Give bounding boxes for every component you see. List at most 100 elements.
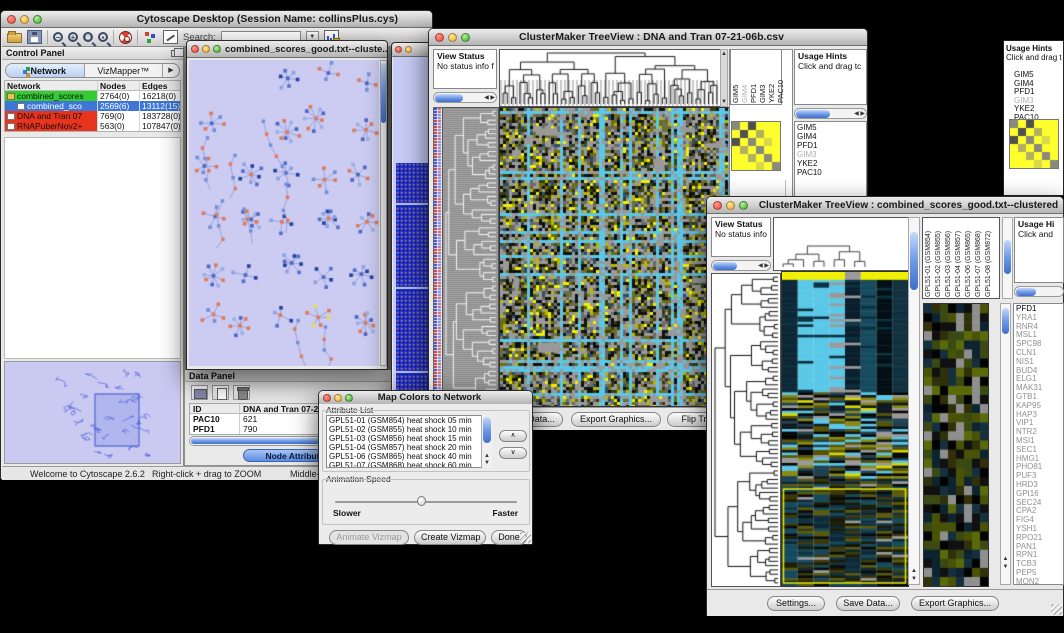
- gene-label: YKE2: [768, 51, 776, 103]
- animate-vizmap-button[interactable]: Animate Vizmap: [329, 530, 409, 545]
- animation-slider-track[interactable]: [335, 501, 517, 503]
- minimize-icon[interactable]: [202, 45, 210, 53]
- export-graphics-button[interactable]: Export Graphics...: [571, 412, 661, 427]
- dendrogram-scroll-sliver[interactable]: ▲▼: [720, 49, 728, 107]
- gene-label: GIM4: [797, 132, 864, 141]
- view-status-scrollbar[interactable]: ◀ ▶: [711, 260, 771, 271]
- row-dendrogram[interactable]: [442, 107, 499, 407]
- zoom-window-icon[interactable]: [33, 15, 42, 24]
- network-table-row[interactable]: combined_scores 2764(0) 16218(0): [5, 91, 180, 101]
- settings-button[interactable]: Settings...: [767, 596, 825, 611]
- zoom-out-icon[interactable]: −: [53, 32, 63, 42]
- matrix-column-labels: GIM5GIM4PFD1GIM3YKE2PAC10: [730, 49, 782, 105]
- network-vscrollbar[interactable]: [380, 60, 387, 366]
- network-canvas[interactable]: [189, 60, 379, 366]
- annotation-icon[interactable]: [163, 30, 178, 44]
- column-dendrogram[interactable]: [773, 217, 917, 271]
- close-icon[interactable]: [7, 15, 16, 24]
- zoom-in-icon[interactable]: +: [68, 32, 78, 42]
- float-panel-icon[interactable]: [171, 50, 179, 57]
- zoom-selected-icon[interactable]: ▪: [98, 32, 108, 42]
- help-icon[interactable]: [119, 31, 132, 44]
- move-down-button[interactable]: ∨: [499, 447, 527, 459]
- save-session-icon[interactable]: [27, 30, 42, 44]
- delete-attribute-icon[interactable]: [233, 385, 250, 400]
- network-table-row[interactable]: RNAPuberNov2+ 563(0) 107847(0): [5, 121, 180, 131]
- animation-slider-thumb[interactable]: [417, 496, 426, 506]
- correlation-matrix-heatmap[interactable]: [1009, 119, 1059, 169]
- usage-hints-scrollbar[interactable]: [1014, 286, 1064, 297]
- minimize-icon[interactable]: [20, 15, 29, 24]
- array-labels-scrollbar[interactable]: [1002, 217, 1013, 299]
- expression-heatmap[interactable]: [781, 271, 909, 587]
- view-status-heading: View Status: [437, 51, 493, 61]
- tab-network[interactable]: Network: [6, 64, 85, 77]
- zoom-window-icon[interactable]: [461, 33, 470, 42]
- main-window-title: Cytoscape Desktop (Session Name: collins…: [48, 13, 432, 25]
- expression-heatmap[interactable]: [499, 107, 730, 407]
- network-overview-canvas[interactable]: [5, 362, 180, 463]
- vizmapper-icon[interactable]: [143, 31, 158, 45]
- close-icon[interactable]: [323, 394, 331, 402]
- zoom-window-icon[interactable]: [739, 201, 748, 210]
- zoom-fit-icon[interactable]: □: [83, 32, 93, 42]
- attribute-list-scrollbar[interactable]: ▲▼: [481, 415, 492, 468]
- usage-hints-panel: Usage Hints Click and drag t: [1006, 44, 1062, 62]
- attribute-list-item[interactable]: GPL51-06 (GSM865) heat shock 40 min: [329, 452, 491, 461]
- attribute-list-item[interactable]: GPL51-07 (GSM868) heat shock 60 min: [329, 461, 491, 468]
- view-status-scrollbar[interactable]: ◀ ▶: [433, 92, 497, 103]
- resize-grip[interactable]: [520, 532, 531, 543]
- tab-overflow-arrow[interactable]: ▶: [163, 64, 179, 77]
- usage-hints-box: Usage Hi Click and: [1014, 217, 1064, 283]
- zoomed-heatmap[interactable]: [923, 303, 989, 587]
- zoom-window-icon[interactable]: [213, 45, 221, 53]
- create-vizmap-button[interactable]: Create Vizmap: [414, 530, 486, 545]
- tab-vizmapper[interactable]: VizMapper™: [85, 64, 164, 77]
- minimize-icon[interactable]: [726, 201, 735, 210]
- heatmap-vscrollbar[interactable]: ▲▼: [908, 217, 920, 585]
- attribute-list-item[interactable]: GPL51-04 (GSM857) heat shock 20 min: [329, 443, 491, 452]
- open-session-icon[interactable]: [7, 33, 22, 43]
- zoom-window-icon[interactable]: [345, 394, 353, 402]
- column-dendrogram[interactable]: [499, 49, 721, 107]
- move-up-button[interactable]: ∧: [499, 430, 527, 442]
- resize-grip[interactable]: [1051, 604, 1062, 615]
- row-dendrogram[interactable]: [711, 273, 781, 587]
- gene-label-list: GIM5GIM4PFD1GIM3YKE2PAC10: [1014, 71, 1039, 123]
- treeview-combined-titlebar[interactable]: ClusterMaker TreeView : combined_scores_…: [707, 197, 1063, 214]
- close-icon[interactable]: [713, 201, 722, 210]
- view-status-text: No status info f: [437, 61, 494, 71]
- main-titlebar[interactable]: Cytoscape Desktop (Session Name: collins…: [1, 11, 432, 28]
- usage-hints-scrollbar[interactable]: ◀ ▶: [794, 108, 867, 119]
- zoom-vscrollbar[interactable]: ▲▼: [1000, 303, 1011, 585]
- desktop: Usage Hints Click and drag t GIM5GIM4PFD…: [0, 0, 1064, 633]
- treeview-dna-titlebar[interactable]: ClusterMaker TreeView : DNA and Tran 07-…: [429, 29, 867, 46]
- attribute-list-item[interactable]: GPL51-01 (GSM854) heat shock 05 min: [329, 416, 491, 425]
- new-attribute-icon[interactable]: [212, 385, 229, 400]
- network-overview-panel[interactable]: [4, 361, 181, 464]
- correlation-matrix-heatmap[interactable]: [731, 121, 781, 171]
- view-status-box: View Status No status info f: [433, 49, 497, 89]
- save-data-button[interactable]: Save Data...: [836, 596, 900, 611]
- network-table-row[interactable]: combined_sco 2569(6) 13112(15): [5, 101, 180, 111]
- select-attributes-icon[interactable]: [191, 385, 208, 400]
- minimize-icon[interactable]: [448, 33, 457, 42]
- minimize-icon[interactable]: [334, 394, 342, 402]
- minimize-icon[interactable]: [405, 46, 412, 53]
- attribute-list-item[interactable]: GPL51-03 (GSM856) heat shock 15 min: [329, 434, 491, 443]
- dialog-titlebar[interactable]: Map Colors to Network: [319, 391, 532, 405]
- export-graphics-button[interactable]: Export Graphics...: [911, 596, 999, 611]
- toolbar-separator: [113, 30, 114, 44]
- close-icon[interactable]: [191, 45, 199, 53]
- network-view-titlebar[interactable]: combined_scores_good.txt--cluste...: [187, 41, 387, 58]
- network-table-header: Network Nodes Edges: [5, 81, 180, 91]
- view-status-box: View Status No status info: [711, 217, 771, 257]
- network-table-row[interactable]: DNA and Tran 07 769(0) 183728(0): [5, 111, 180, 121]
- network-view-2-titlebar[interactable]: [392, 43, 432, 57]
- window-controls: [1, 15, 48, 24]
- close-icon[interactable]: [395, 46, 402, 53]
- close-icon[interactable]: [435, 33, 444, 42]
- attribute-list-item[interactable]: GPL51-02 (GSM855) heat shock 10 min: [329, 425, 491, 434]
- usage-hints-text: Click and: [1018, 229, 1053, 239]
- usage-hints-text: Click and drag t: [1006, 53, 1062, 62]
